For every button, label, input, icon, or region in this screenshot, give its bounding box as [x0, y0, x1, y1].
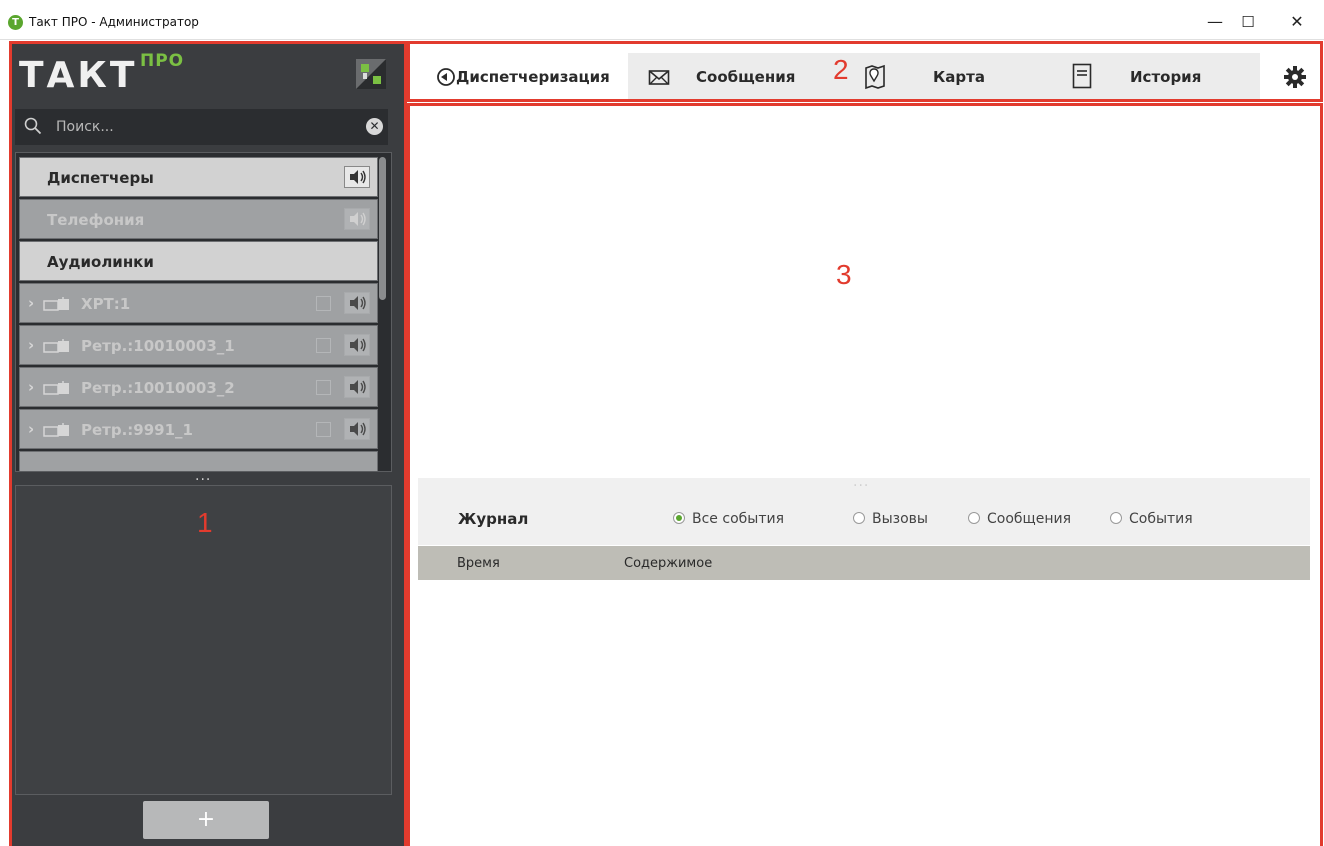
dispatch-workspace: [418, 108, 1310, 478]
dispatch-icon: [437, 68, 455, 86]
map-icon: [865, 64, 885, 90]
search-bar: ✕: [15, 109, 388, 145]
list-item[interactable]: › Ретр.:10010003_1: [19, 325, 378, 365]
speaker-icon: [350, 170, 366, 184]
tab-messages[interactable]: Сообщения: [628, 53, 828, 101]
tab-label: История: [1130, 68, 1202, 86]
close-button[interactable]: ✕: [1282, 10, 1312, 34]
speaker-icon: [350, 212, 366, 226]
gear-icon: [1284, 66, 1306, 88]
list-item[interactable]: › ХРТ:1: [19, 283, 378, 323]
annotation-number-1: 1: [197, 507, 213, 538]
connection-status-icon[interactable]: [356, 59, 386, 89]
list-item-label: Телефония: [47, 211, 145, 229]
select-checkbox[interactable]: [316, 296, 331, 311]
main-splitter-handle[interactable]: ...: [853, 474, 869, 490]
annotation-number-2: 2: [833, 54, 849, 85]
list-item-label: Ретр.:10010003_2: [81, 379, 235, 397]
tab-map[interactable]: Карта: [828, 53, 1028, 101]
channel-list[interactable]: Диспетчеры Телефония Аудиолинки › ХРТ:1 …: [15, 152, 392, 472]
speaker-toggle[interactable]: [344, 376, 370, 398]
tab-label: Сообщения: [696, 68, 796, 86]
speaker-toggle[interactable]: [344, 208, 370, 230]
list-item-label: Ретр.:9991_1: [81, 421, 193, 439]
tab-label: Карта: [933, 68, 985, 86]
speaker-icon: [350, 380, 366, 394]
chevron-right-icon[interactable]: ›: [28, 378, 34, 396]
list-item[interactable]: › Ретр.:9991_1: [19, 409, 378, 449]
filter-events[interactable]: События: [1110, 511, 1193, 527]
list-item[interactable]: Диспетчеры: [19, 157, 378, 197]
app-icon: T: [8, 15, 23, 30]
list-item-label: ХРТ:1: [81, 295, 131, 313]
list-item[interactable]: Телефония: [19, 199, 378, 239]
select-checkbox[interactable]: [316, 422, 331, 437]
list-item-label: Диспетчеры: [47, 169, 154, 187]
radio-selected-icon: [673, 512, 685, 524]
logo: ТАКТ: [19, 55, 138, 96]
select-checkbox[interactable]: [316, 380, 331, 395]
journal-title: Журнал: [458, 510, 529, 528]
speaker-icon: [350, 338, 366, 352]
search-input[interactable]: [56, 117, 356, 137]
minimize-button[interactable]: —: [1200, 10, 1230, 34]
radio-station-icon: [43, 423, 69, 437]
radio-station-icon: [43, 381, 69, 395]
add-button[interactable]: +: [143, 801, 269, 839]
filter-messages[interactable]: Сообщения: [968, 511, 1071, 527]
speaker-icon: [350, 422, 366, 436]
radio-icon: [968, 512, 980, 524]
journal-table-body: [418, 580, 1310, 846]
filter-label: Все события: [692, 511, 784, 527]
speaker-toggle[interactable]: [344, 418, 370, 440]
column-time[interactable]: Время: [457, 556, 500, 571]
tab-dispatch[interactable]: Диспетчеризация: [418, 53, 628, 101]
left-splitter-handle[interactable]: ...: [195, 468, 211, 484]
list-item[interactable]: › Ретр.:10010003_2: [19, 367, 378, 407]
filter-label: События: [1129, 511, 1193, 527]
chevron-right-icon[interactable]: ›: [28, 420, 34, 438]
document-icon: [1072, 63, 1092, 89]
journal-table-header: Время Содержимое: [418, 546, 1310, 580]
tab-history[interactable]: История: [1028, 53, 1248, 101]
logo-superscript: ПРО: [140, 51, 185, 71]
tab-label: Диспетчеризация: [456, 68, 610, 86]
list-item-label: Аудиолинки: [47, 253, 154, 271]
speaker-icon: [350, 296, 366, 310]
filter-label: Сообщения: [987, 511, 1072, 527]
list-scrollbar[interactable]: [379, 157, 386, 300]
annotation-number-3: 3: [836, 259, 852, 290]
speaker-toggle[interactable]: [344, 334, 370, 356]
filter-all-events[interactable]: Все события: [673, 511, 784, 527]
title-bar: T Такт ПРО - Администратор — ☐ ✕: [0, 0, 1324, 40]
column-content[interactable]: Содержимое: [624, 556, 712, 571]
select-checkbox[interactable]: [316, 338, 331, 353]
filter-label: Вызовы: [872, 511, 928, 527]
list-item-label: Ретр.:10010003_1: [81, 337, 235, 355]
settings-button[interactable]: [1266, 53, 1319, 101]
radio-icon: [1110, 512, 1122, 524]
chevron-right-icon[interactable]: ›: [28, 294, 34, 312]
search-icon: [24, 117, 42, 135]
maximize-button[interactable]: ☐: [1233, 10, 1263, 34]
window-title: Такт ПРО - Администратор: [29, 15, 199, 29]
envelope-icon: [648, 70, 670, 85]
chevron-right-icon[interactable]: ›: [28, 336, 34, 354]
speaker-toggle[interactable]: [344, 292, 370, 314]
radio-icon: [853, 512, 865, 524]
filter-calls[interactable]: Вызовы: [853, 511, 928, 527]
radio-station-icon: [43, 297, 69, 311]
list-item[interactable]: Аудиолинки: [19, 241, 378, 281]
clear-search-icon[interactable]: ✕: [366, 118, 383, 135]
speaker-toggle[interactable]: [344, 166, 370, 188]
radio-station-icon: [43, 339, 69, 353]
